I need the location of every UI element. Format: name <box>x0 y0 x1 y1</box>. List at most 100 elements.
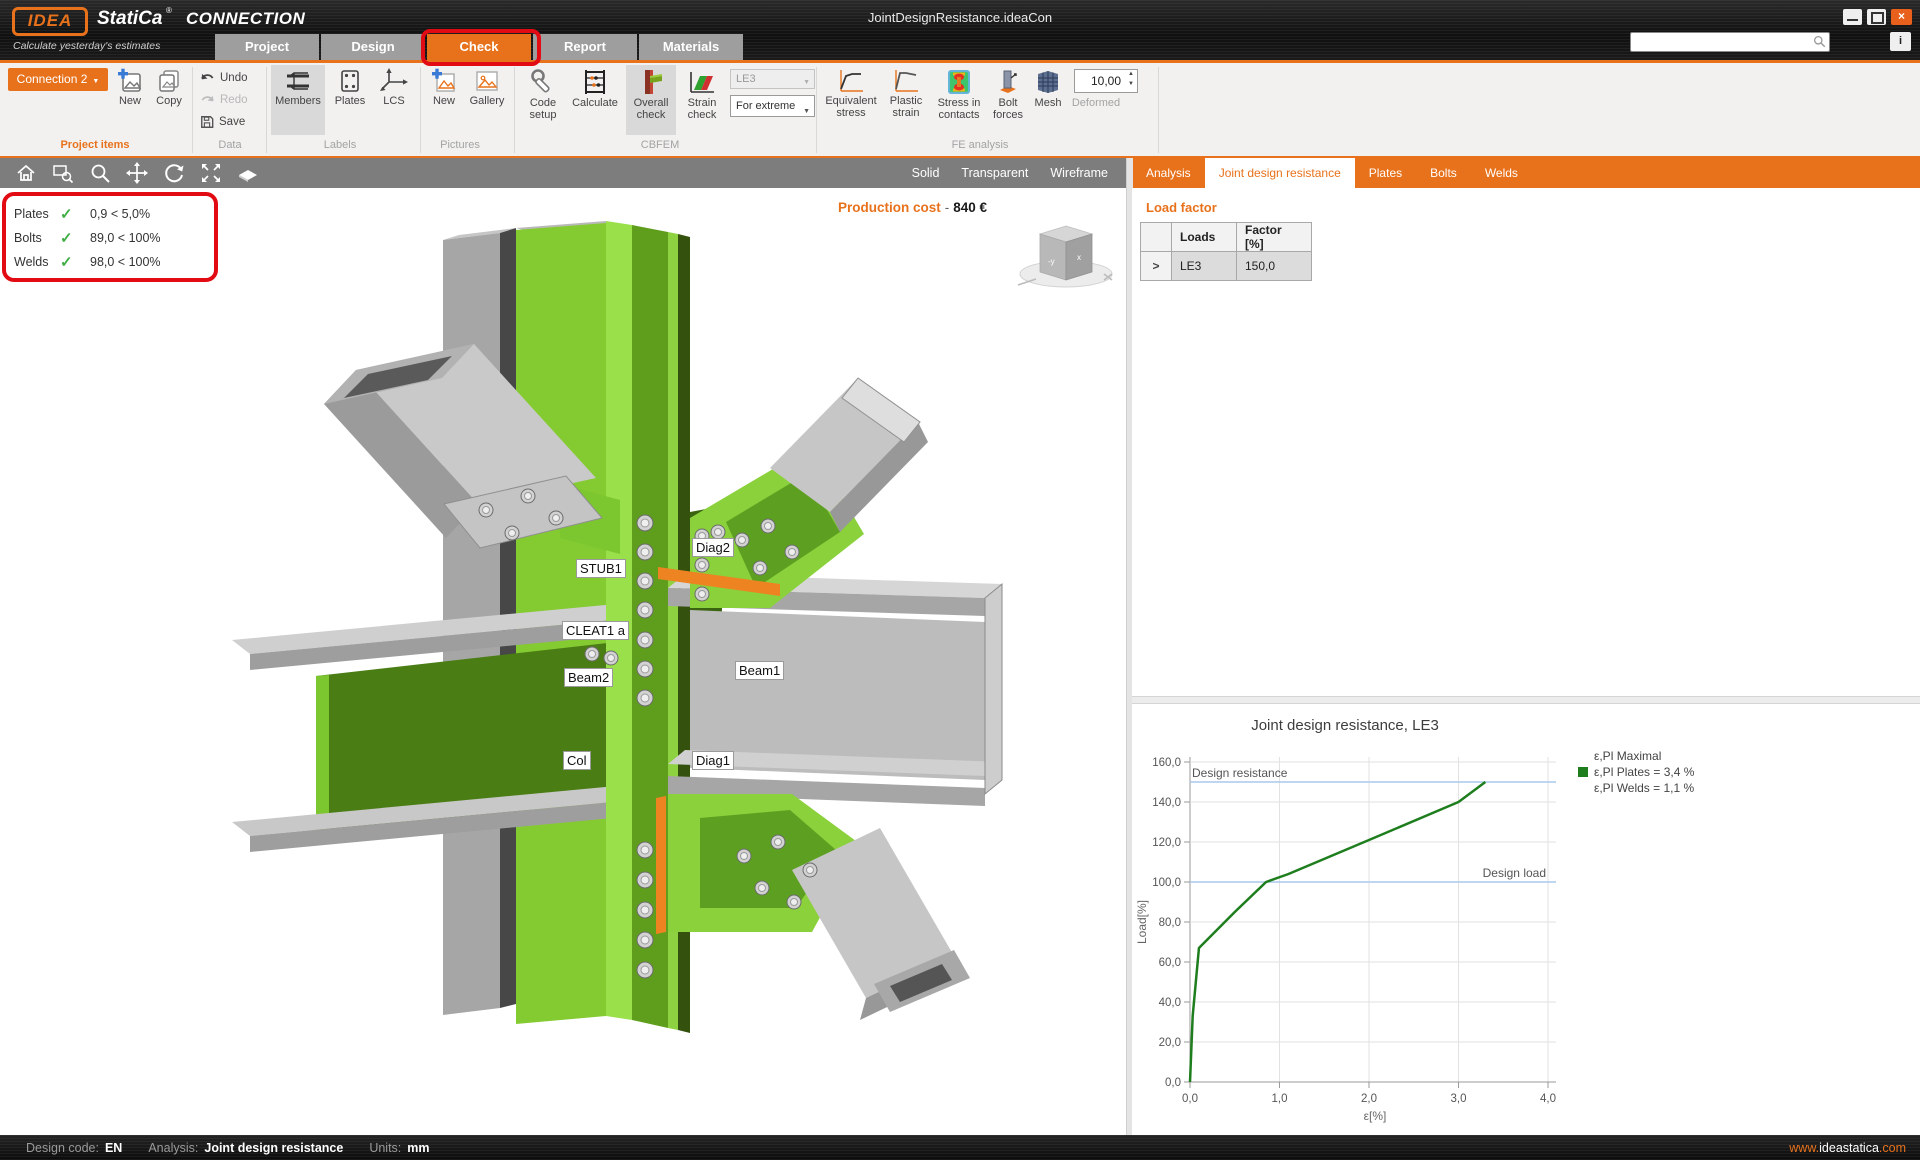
minimize-button[interactable] <box>1843 9 1862 25</box>
svg-text:80,0: 80,0 <box>1159 917 1181 929</box>
tab-materials[interactable]: Materials <box>639 34 743 60</box>
part-label-diag2[interactable]: Diag2 <box>692 538 734 557</box>
copy-button[interactable]: Copy <box>150 65 188 135</box>
overall-check-toggle[interactable]: Overall check <box>626 65 676 135</box>
tab-design[interactable]: Design <box>321 34 425 60</box>
ribbon-separator <box>816 67 817 153</box>
part-label-beam2[interactable]: Beam2 <box>564 668 613 687</box>
tab-project[interactable]: Project <box>215 34 319 60</box>
spinner-up-icon[interactable]: ▲ <box>1128 71 1134 77</box>
tab-joint-design-resistance[interactable]: Joint design resistance <box>1205 158 1355 188</box>
table-row[interactable]: > LE3 150,0 <box>1141 252 1312 281</box>
connection-selector[interactable]: Connection 2▼ <box>8 68 108 91</box>
app-window: IDEA StatiCa ® Calculate yesterday's est… <box>0 0 1920 1160</box>
ribbon-separator <box>192 67 193 153</box>
view-toolbar: Solid Transparent Wireframe <box>0 158 1126 188</box>
svg-text:Joint design resistance, LE3: Joint design resistance, LE3 <box>1251 717 1439 734</box>
close-button[interactable]: × <box>1891 9 1912 25</box>
zoom-fit-icon[interactable] <box>200 162 222 184</box>
equivalent-stress-toggle[interactable]: Equivalent stress <box>822 65 880 135</box>
part-label-beam1[interactable]: Beam1 <box>735 661 784 680</box>
section-divider[interactable] <box>1132 696 1920 704</box>
new-project-item-button[interactable]: New <box>112 65 148 135</box>
home-view-icon[interactable] <box>15 162 37 184</box>
save-button[interactable]: Save <box>200 112 264 132</box>
table-header-row: Loads Factor [%] <box>1141 223 1312 252</box>
part-label-col[interactable]: Col <box>563 751 591 770</box>
tab-welds[interactable]: Welds <box>1471 158 1532 188</box>
navigation-cube[interactable]: -y x <box>1018 226 1112 287</box>
part-label-diag1[interactable]: Diag1 <box>692 751 734 770</box>
row-selector-icon[interactable]: > <box>1141 252 1172 281</box>
group-label-labels: Labels <box>280 139 400 153</box>
svg-text:Design resistance: Design resistance <box>1192 766 1288 780</box>
view-mode-wireframe[interactable]: Wireframe <box>1050 166 1108 180</box>
plates-toggle[interactable]: Plates <box>329 65 371 135</box>
search-box[interactable] <box>1630 32 1830 52</box>
chevron-down-icon: ▼ <box>803 74 810 92</box>
bolt-forces-toggle[interactable]: Bolt forces <box>988 65 1028 135</box>
load-case-select[interactable]: LE3▼ <box>730 69 815 89</box>
calculate-icon <box>581 68 609 96</box>
pan-icon[interactable] <box>126 162 148 184</box>
gallery-button[interactable]: Gallery <box>464 65 510 135</box>
part-label-cleat1[interactable]: CLEAT1 a <box>562 621 629 640</box>
group-label-fe-analysis: FE analysis <box>900 139 1060 153</box>
code-setup-button[interactable]: Code setup <box>520 65 566 135</box>
chevron-down-icon: ▼ <box>92 78 99 85</box>
redo-button[interactable]: Redo <box>200 90 264 110</box>
group-label-project-items: Project items <box>30 139 160 153</box>
strain-check-toggle[interactable]: Strain check <box>680 65 724 135</box>
deformed-scale-spinner[interactable]: 10,00 ▲ ▼ <box>1074 69 1138 93</box>
equivalent-stress-icon <box>838 68 864 94</box>
code-setup-icon <box>529 68 557 96</box>
annotation-ring-checks <box>2 192 218 282</box>
rotate-icon[interactable] <box>163 162 185 184</box>
svg-text:0,0: 0,0 <box>1165 1077 1181 1089</box>
document-title: JointDesignResistance.ideaCon <box>760 10 1160 25</box>
members-toggle[interactable]: Members <box>271 65 325 135</box>
clipping-plane-icon[interactable] <box>237 162 259 184</box>
analysis-value: Joint design resistance <box>204 1141 343 1155</box>
design-code-label: Design code: <box>26 1141 99 1155</box>
maximize-icon <box>1871 12 1884 24</box>
members-icon <box>283 68 313 94</box>
plastic-strain-toggle[interactable]: Plastic strain <box>882 65 930 135</box>
maximize-button[interactable] <box>1867 9 1886 25</box>
calculate-button[interactable]: Calculate <box>568 65 622 135</box>
tab-analysis[interactable]: Analysis <box>1132 158 1205 188</box>
idea-logo: IDEA <box>12 7 88 36</box>
spinner-down-icon[interactable]: ▼ <box>1128 81 1134 87</box>
search-input[interactable] <box>1634 34 1808 50</box>
new-picture-icon <box>431 68 457 94</box>
mesh-toggle[interactable]: Mesh <box>1030 65 1066 135</box>
tab-plates[interactable]: Plates <box>1355 158 1416 188</box>
view-mode-transparent[interactable]: Transparent <box>961 166 1028 180</box>
production-cost: Production cost-840 € <box>838 200 987 215</box>
tagline: Calculate yesterday's estimates <box>13 40 160 52</box>
stress-in-contacts-toggle[interactable]: Stress in contacts <box>932 65 986 135</box>
ribbon-separator <box>1158 67 1159 153</box>
svg-text:Design load: Design load <box>1483 866 1546 880</box>
undo-button[interactable]: Undo <box>200 68 264 88</box>
group-label-pictures: Pictures <box>410 139 510 153</box>
model-canvas[interactable]: -y x Plates ✓ 0,9 < 5,0% Bolts ✓ 89,0 < … <box>0 188 1126 1135</box>
view-mode-solid[interactable]: Solid <box>912 166 940 180</box>
3d-viewport[interactable]: -y x <box>0 188 1126 1135</box>
results-tab-strip: Analysis Joint design resistance Plates … <box>1132 158 1920 188</box>
lcs-toggle[interactable]: LCS <box>374 65 414 135</box>
zoom-icon[interactable] <box>89 162 111 184</box>
plates-icon <box>337 68 363 94</box>
info-button[interactable]: i <box>1890 32 1911 51</box>
plastic-strain-icon <box>893 68 919 94</box>
website-link[interactable]: www.ideastatica.com <box>1789 1141 1906 1155</box>
chevron-down-icon: ▼ <box>803 102 810 122</box>
new-picture-button[interactable]: New <box>426 65 462 135</box>
svg-text:ε,Pl Plates = 3,4 %: ε,Pl Plates = 3,4 % <box>1594 765 1695 779</box>
lcs-icon <box>380 68 408 94</box>
part-label-stub1[interactable]: STUB1 <box>576 559 626 578</box>
zoom-window-icon[interactable] <box>52 162 74 184</box>
tab-bolts[interactable]: Bolts <box>1416 158 1471 188</box>
extreme-select[interactable]: For extreme▼ <box>730 95 815 117</box>
tab-report[interactable]: Report <box>533 34 637 60</box>
